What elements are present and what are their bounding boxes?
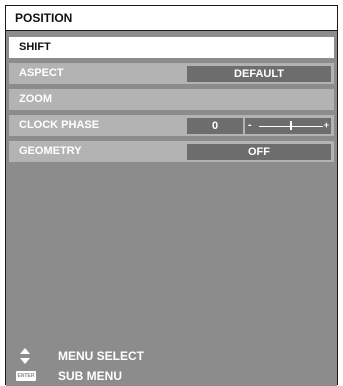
page-title: POSITION [6,6,337,31]
help-area: MENU SELECT ENTER SUB MENU [6,344,337,386]
menu-item-shift[interactable]: SHIFT [9,37,334,58]
menu-item-label: GEOMETRY [19,145,82,157]
help-text: SUB MENU [58,369,123,383]
slider-plus-label: + [323,120,329,130]
clock-phase-slider[interactable]: - + [245,118,331,134]
menu-item-aspect[interactable]: ASPECT DEFAULT [9,63,334,84]
up-down-arrows-icon [20,348,30,364]
enter-key-icon: ENTER [16,371,36,381]
menu-item-label: SHIFT [19,41,51,53]
menu-item-zoom[interactable]: ZOOM [9,89,334,110]
geometry-value[interactable]: OFF [187,144,331,160]
slider-thumb[interactable] [290,121,292,130]
osd-menu-window: POSITION SHIFT ASPECT DEFAULT ZOOM CLOCK… [5,5,338,386]
aspect-value[interactable]: DEFAULT [187,66,331,82]
clock-phase-value: 0 [187,118,243,134]
menu-item-label: CLOCK PHASE [19,119,100,131]
menu-item-label: ZOOM [19,93,52,105]
slider-minus-label: - [248,119,252,131]
menu-item-clock-phase[interactable]: CLOCK PHASE 0 - + [9,115,334,136]
menu-item-label: ASPECT [19,67,64,79]
help-text: MENU SELECT [58,349,145,363]
menu-item-geometry[interactable]: GEOMETRY OFF [9,141,334,162]
